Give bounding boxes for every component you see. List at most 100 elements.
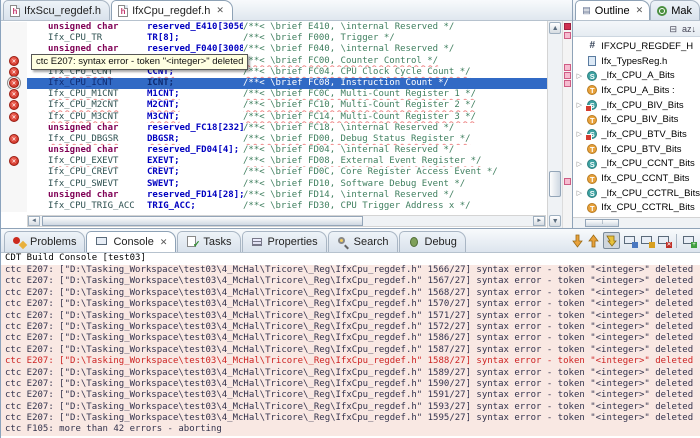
error-mark[interactable]	[564, 32, 572, 39]
outline-item[interactable]: ▷ S _Ifx_CPU_BTV_Bits	[573, 127, 700, 142]
outline-item[interactable]: T Ifx_CPU_BTV_Bits	[573, 142, 700, 157]
code-line[interactable]: ✕ Ifx_CPU_M3CNT M3CNT; /**< \brief FC14, Mu…	[1, 111, 547, 123]
view-tab-problems[interactable]: Problems	[4, 231, 86, 252]
code-line[interactable]: Ifx_CPU_CREVT CREVT; /**< \brief FD0C, Cor…	[1, 167, 547, 179]
code-line[interactable]: ✕ Ifx_CPU_DBGSR DBGSR; /**< \brief FD00, De…	[1, 133, 547, 146]
error-mark[interactable]	[564, 72, 572, 79]
editor-tab-IfxCpu_regdef.h[interactable]: h IfxCpu_regdef.h ✕	[111, 0, 233, 20]
code-line[interactable]: ✕ Ifx_CPU_EXEVT EXEVT; /**< \brief FD08, Ex…	[1, 156, 547, 168]
console-line[interactable]: ctc E207: ["D:\Tasking_Workspace\test03\…	[1, 276, 700, 287]
tab-outline[interactable]: ▤ Outline ✕	[575, 0, 651, 20]
view-tab-debug[interactable]: Debug	[398, 231, 466, 252]
code-line[interactable]: Ifx_CPU_TR TR[8]; /**< \brief F000, Trigge…	[1, 33, 547, 45]
expand-arrow-icon[interactable]: ▷	[575, 101, 583, 109]
outline-item-label: Ifx_CPU_A_Bits :	[601, 84, 675, 96]
code-line[interactable]: unsigned char reserved_E410[3056];/**< \b…	[1, 22, 547, 34]
editor-body[interactable]: unsigned charreserved_E410[3056];/**< \b…	[1, 21, 573, 228]
console-line[interactable]: ctc E207: ["D:\Tasking_Workspace\test03\…	[1, 368, 700, 379]
tab-make-targets[interactable]: Mak	[650, 0, 700, 20]
sort-icon[interactable]: a︎z↓	[682, 24, 696, 34]
view-tab-search[interactable]: Search	[327, 231, 398, 252]
error-marker-icon[interactable]: ✕	[9, 156, 19, 167]
code-area[interactable]: unsigned charreserved_E410[3056];/**< \b…	[1, 21, 548, 228]
previous-error-arrow-icon[interactable]	[587, 233, 600, 248]
code-line[interactable]: unsigned char reserved_FC18[232];/**< \br…	[1, 122, 547, 134]
error-marker-icon[interactable]: ✕	[9, 66, 19, 77]
editor-vertical-scrollbar[interactable]: ▲ ▼	[547, 21, 563, 228]
error-marker-icon[interactable]: ✕	[9, 133, 19, 144]
close-icon[interactable]: ✕	[634, 5, 644, 16]
code-line-text: unsigned char reserved_FD14[28];/**< \bri…	[27, 190, 547, 201]
close-icon[interactable]: ✕	[214, 5, 224, 16]
horizontal-scroll-thumb[interactable]	[42, 216, 363, 226]
outline-item[interactable]: T Ifx_CPU_CCTRL_Bits	[573, 201, 700, 216]
outline-horizontal-scrollbar[interactable]: 𝍩	[573, 217, 700, 228]
error-marker-icon[interactable]: ✕	[9, 55, 19, 66]
scroll-down-arrow-icon[interactable]: ▼	[549, 215, 562, 227]
scroll-right-arrow-icon[interactable]: ►	[533, 216, 546, 226]
outline-scroll-thumb[interactable]: 𝍩	[585, 219, 620, 227]
console-line[interactable]: ctc E207: ["D:\Tasking_Workspace\test03\…	[1, 390, 700, 401]
outline-item[interactable]: ▷ S _Ifx_CPU_BIV_Bits	[573, 98, 700, 113]
code-line[interactable]: Ifx_CPU_TRIG_ACC TRIG_ACC; /**< \brief FD3…	[1, 201, 547, 213]
view-tab-console[interactable]: Console ✕	[86, 231, 177, 252]
expand-arrow-icon[interactable]: ▷	[575, 72, 583, 80]
	[409, 237, 418, 247]
outline-item[interactable]: # IFXCPU_REGDEF_H	[573, 39, 700, 54]
outline-item[interactable]: T Ifx_CPU_CCNT_Bits	[573, 171, 700, 186]
console-line[interactable]: ctc E207: ["D:\Tasking_Workspace\test03\…	[1, 379, 700, 390]
expand-arrow-icon[interactable]: ▷	[575, 160, 583, 168]
code-line[interactable]: ✕ Ifx_CPU_M2CNT M2CNT; /**< \brief FC10, Mu…	[1, 100, 547, 112]
display-selected-console-icon[interactable]	[623, 235, 638, 248]
code-line[interactable]: Ifx_CPU_SWEVT SWEVT; /**< \brief FD10, Sof…	[1, 178, 547, 190]
close-console-icon[interactable]: ✕	[657, 235, 672, 248]
outline-item[interactable]: ▷ S _Ifx_CPU_CCNT_Bits	[573, 157, 700, 172]
error-marker-icon[interactable]: ✕	[9, 89, 19, 100]
console-line[interactable]: ctc E207: ["D:\Tasking_Workspace\test03\…	[1, 288, 700, 299]
editor-horizontal-scrollbar[interactable]: ◄ ►	[27, 215, 547, 227]
outline-item[interactable]: ▷ S _Ifx_CPU_A_Bits	[573, 68, 700, 83]
outline-item[interactable]: T Ifx_CPU_BIV_Bits	[573, 112, 700, 127]
console-line[interactable]: ctc E207: ["D:\Tasking_Workspace\test03\…	[1, 299, 700, 310]
console-line[interactable]: ctc E207: ["D:\Tasking_Workspace\test03\…	[1, 356, 700, 367]
scroll-up-arrow-icon[interactable]: ▲	[549, 22, 562, 34]
scroll-left-arrow-icon[interactable]: ◄	[28, 216, 40, 226]
error-marker-icon[interactable]: ✕	[9, 111, 19, 122]
error-marker-icon[interactable]: ✕	[9, 77, 19, 88]
console-line[interactable]: ctc E207: ["D:\Tasking_Workspace\test03\…	[1, 413, 700, 424]
expand-arrow-icon[interactable]: ▷	[575, 130, 583, 138]
editor-tab-IfxScu_regdef.h[interactable]: h IfxScu_regdef.h	[3, 0, 111, 20]
expand-arrow-icon[interactable]: ▷	[575, 189, 583, 197]
code-line[interactable]: unsigned char reserved_FD04[4];/**< \brie…	[1, 145, 547, 157]
console-line[interactable]: ctc E207: ["D:\Tasking_Workspace\test03\…	[1, 402, 700, 413]
show-console-on-output-button[interactable]	[603, 232, 620, 249]
console-line[interactable]: ctc E207: ["D:\Tasking_Workspace\test03\…	[1, 345, 700, 356]
outline-item[interactable]: ▷ S _Ifx_CPU_CCTRL_Bits	[573, 186, 700, 201]
error-mark[interactable]	[564, 64, 572, 71]
close-icon[interactable]: ✕	[158, 237, 168, 248]
error-mark[interactable]	[564, 178, 572, 185]
open-console-icon[interactable]: +	[682, 235, 697, 248]
outline-item[interactable]: T Ifx_CPU_A_Bits :	[573, 83, 700, 98]
vertical-scroll-thumb[interactable]	[549, 171, 562, 197]
console-view[interactable]: CDT Build Console [test03] ctc E207: ["D…	[1, 253, 700, 438]
console-line[interactable]: ctc E207: ["D:\Tasking_Workspace\test03\…	[1, 311, 700, 322]
console-line[interactable]: ctc E207: ["D:\Tasking_Workspace\test03\…	[1, 322, 700, 333]
next-error-arrow-icon[interactable]	[571, 234, 584, 248]
error-mark[interactable]	[564, 23, 572, 30]
console-line[interactable]: ctc E207: ["D:\Tasking_Workspace\test03\…	[1, 333, 700, 344]
error-mark[interactable]	[564, 80, 572, 87]
console-line[interactable]: ctc E207: ["D:\Tasking_Workspace\test03\…	[1, 265, 700, 276]
code-line[interactable]: unsigned char reserved_FD14[28];/**< \bri…	[1, 189, 547, 201]
outline-item[interactable]: Ifx_TypesReg.h	[573, 54, 700, 69]
scroll-lock-icon[interactable]	[640, 235, 655, 248]
view-tab-tasks[interactable]: ✓ Tasks	[177, 231, 241, 252]
overview-ruler[interactable]	[562, 21, 573, 228]
code-line[interactable]: ✕ Ifx_CPU_M1CNT M1CNT; /**< \brief FC0C, Mu…	[1, 89, 547, 101]
error-marker-icon[interactable]: ✕	[9, 100, 19, 111]
console-final-line[interactable]: ctc F105: more than 42 errors - aborting	[1, 424, 700, 435]
collapse-all-icon[interactable]: ⊟	[669, 24, 677, 34]
code-line[interactable]: ✕ Ifx_CPU_ICNT ICNT; /**< \brief FC08, Inst…	[1, 77, 548, 90]
view-tab-properties[interactable]: Properties	[241, 231, 327, 252]
outline-tree[interactable]: # IFXCPU_REGDEF_H Ifx_TypesReg.h ▷ S _Ifx_CPU…	[573, 37, 700, 217]
